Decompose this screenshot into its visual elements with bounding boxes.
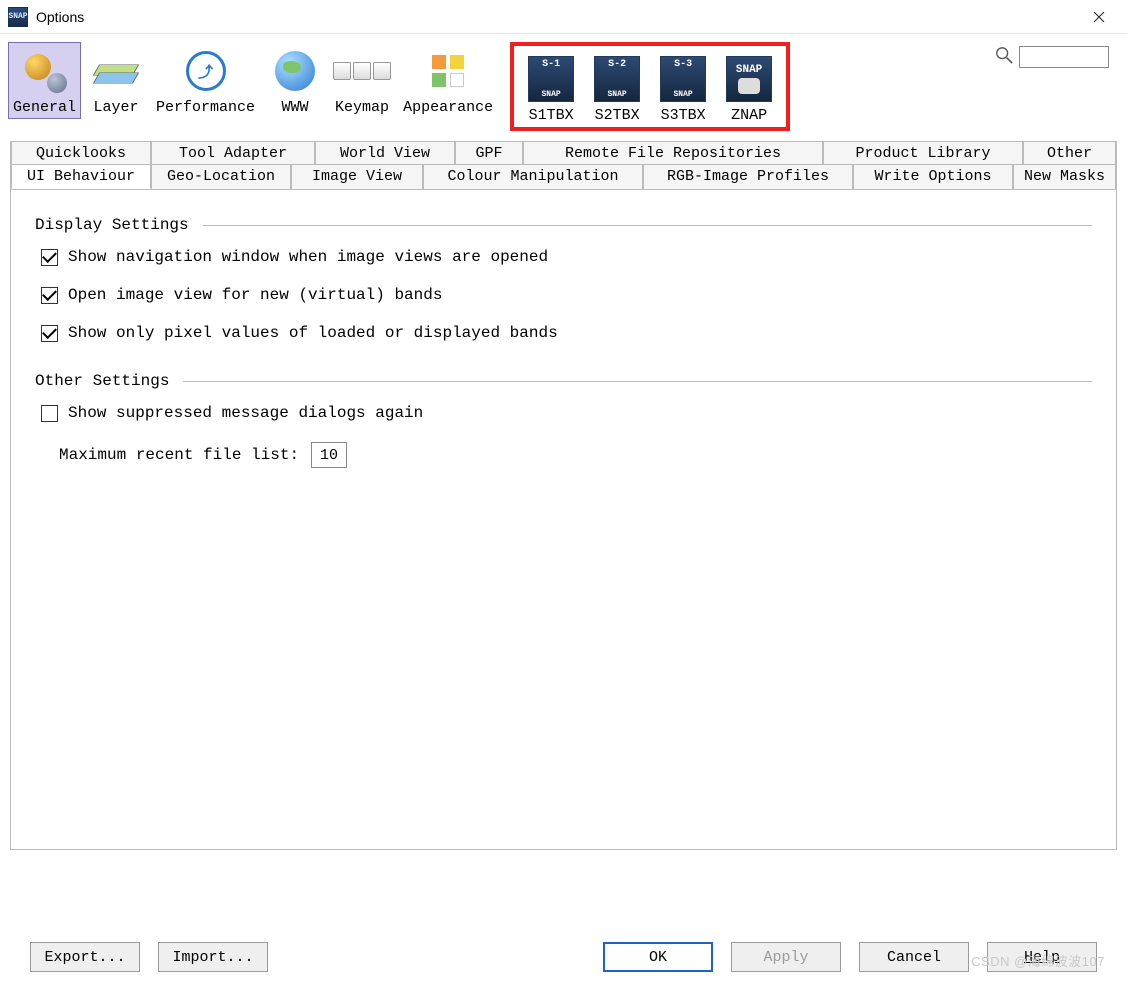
category-s1tbx[interactable]: S-1SNAP S1TBX: [520, 50, 582, 127]
tab-remote-file-repositories[interactable]: Remote File Repositories: [523, 141, 823, 165]
performance-icon: ⤴: [182, 47, 230, 95]
tab-new-masks[interactable]: New Masks: [1013, 164, 1116, 189]
search-input[interactable]: [1019, 46, 1109, 68]
category-label: Keymap: [335, 99, 389, 116]
apply-button[interactable]: Apply: [731, 942, 841, 972]
check-label: Show suppressed message dialogs again: [68, 404, 423, 422]
category-label: S1TBX: [529, 107, 574, 124]
category-s3tbx[interactable]: S-3SNAP S3TBX: [652, 50, 714, 127]
panel-ui-behaviour: Display Settings Show navigation window …: [11, 189, 1116, 849]
znap-icon: SNAP: [725, 55, 773, 103]
check-open-view[interactable]: [41, 287, 58, 304]
s2-icon: S-2SNAP: [593, 55, 641, 103]
s3-icon: S-3SNAP: [659, 55, 707, 103]
check-nav-window[interactable]: [41, 249, 58, 266]
titlebar: SNAP Options: [0, 0, 1127, 34]
category-appearance[interactable]: Appearance: [398, 42, 498, 119]
group-display-settings: Display Settings: [35, 216, 1092, 234]
highlight-box: S-1SNAP S1TBX S-2SNAP S2TBX S-3SNAP S3TB…: [510, 42, 790, 131]
category-www[interactable]: WWW: [264, 42, 326, 119]
check-label: Show only pixel values of loaded or disp…: [68, 324, 558, 342]
tab-other[interactable]: Other: [1023, 141, 1116, 165]
app-icon: SNAP: [8, 7, 28, 27]
max-recent-input[interactable]: [311, 442, 347, 468]
category-performance[interactable]: ⤴ Performance: [151, 42, 260, 119]
globe-icon: [271, 47, 319, 95]
search-icon: [995, 46, 1013, 64]
category-label: WWW: [282, 99, 309, 116]
button-bar: Export... Import... OK Apply Cancel Help: [0, 942, 1127, 972]
category-label: General: [13, 99, 76, 116]
category-toolbar: General Layer ⤴ Performance WWW Keymap A…: [0, 34, 1127, 135]
category-label: S3TBX: [661, 107, 706, 124]
category-label: Performance: [156, 99, 255, 116]
category-znap[interactable]: SNAP ZNAP: [718, 50, 780, 127]
category-label: S2TBX: [595, 107, 640, 124]
tab-rgb-image-profiles[interactable]: RGB-Image Profiles: [643, 164, 853, 189]
max-recent-row: Maximum recent file list:: [59, 442, 1092, 468]
check-suppressed[interactable]: [41, 405, 58, 422]
s1-icon: S-1SNAP: [527, 55, 575, 103]
tab-write-options[interactable]: Write Options: [853, 164, 1013, 189]
tab-container: Quicklooks Tool Adapter World View GPF R…: [10, 141, 1117, 850]
divider: [183, 381, 1092, 382]
tab-quicklooks[interactable]: Quicklooks: [11, 141, 151, 165]
category-general[interactable]: General: [8, 42, 81, 119]
group-other-settings: Other Settings: [35, 372, 1092, 390]
tab-product-library[interactable]: Product Library: [823, 141, 1023, 165]
tab-image-view[interactable]: Image View: [291, 164, 423, 189]
keyboard-icon: [338, 47, 386, 95]
category-layer[interactable]: Layer: [85, 42, 147, 119]
window-title: Options: [36, 9, 84, 25]
gears-icon: [21, 47, 69, 95]
tab-world-view[interactable]: World View: [315, 141, 455, 165]
max-recent-label: Maximum recent file list:: [59, 446, 299, 464]
category-keymap[interactable]: Keymap: [330, 42, 394, 119]
category-label: Layer: [94, 99, 139, 116]
divider: [203, 225, 1092, 226]
check-pixel-values[interactable]: [41, 325, 58, 342]
check-label: Show navigation window when image views …: [68, 248, 548, 266]
check-open-view-row: Open image view for new (virtual) bands: [41, 286, 1092, 304]
import-button[interactable]: Import...: [158, 942, 268, 972]
check-nav-window-row: Show navigation window when image views …: [41, 248, 1092, 266]
check-pixel-values-row: Show only pixel values of loaded or disp…: [41, 324, 1092, 342]
help-button[interactable]: Help: [987, 942, 1097, 972]
tab-row-2: UI Behaviour Geo-Location Image View Col…: [11, 164, 1116, 189]
ok-button[interactable]: OK: [603, 942, 713, 972]
tab-row-1: Quicklooks Tool Adapter World View GPF R…: [11, 141, 1116, 165]
tab-colour-manipulation[interactable]: Colour Manipulation: [423, 164, 643, 189]
tab-gpf[interactable]: GPF: [455, 141, 523, 165]
group-title-text: Other Settings: [35, 372, 169, 390]
check-suppressed-row: Show suppressed message dialogs again: [41, 404, 1092, 422]
group-title-text: Display Settings: [35, 216, 189, 234]
tab-ui-behaviour[interactable]: UI Behaviour: [11, 164, 151, 189]
tab-geo-location[interactable]: Geo-Location: [151, 164, 291, 189]
category-label: Appearance: [403, 99, 493, 116]
close-button[interactable]: [1079, 3, 1119, 31]
appearance-icon: [424, 47, 472, 95]
check-label: Open image view for new (virtual) bands: [68, 286, 442, 304]
export-button[interactable]: Export...: [30, 942, 140, 972]
layers-icon: [92, 47, 140, 95]
category-s2tbx[interactable]: S-2SNAP S2TBX: [586, 50, 648, 127]
cancel-button[interactable]: Cancel: [859, 942, 969, 972]
category-label: ZNAP: [731, 107, 767, 124]
tab-tool-adapter[interactable]: Tool Adapter: [151, 141, 315, 165]
